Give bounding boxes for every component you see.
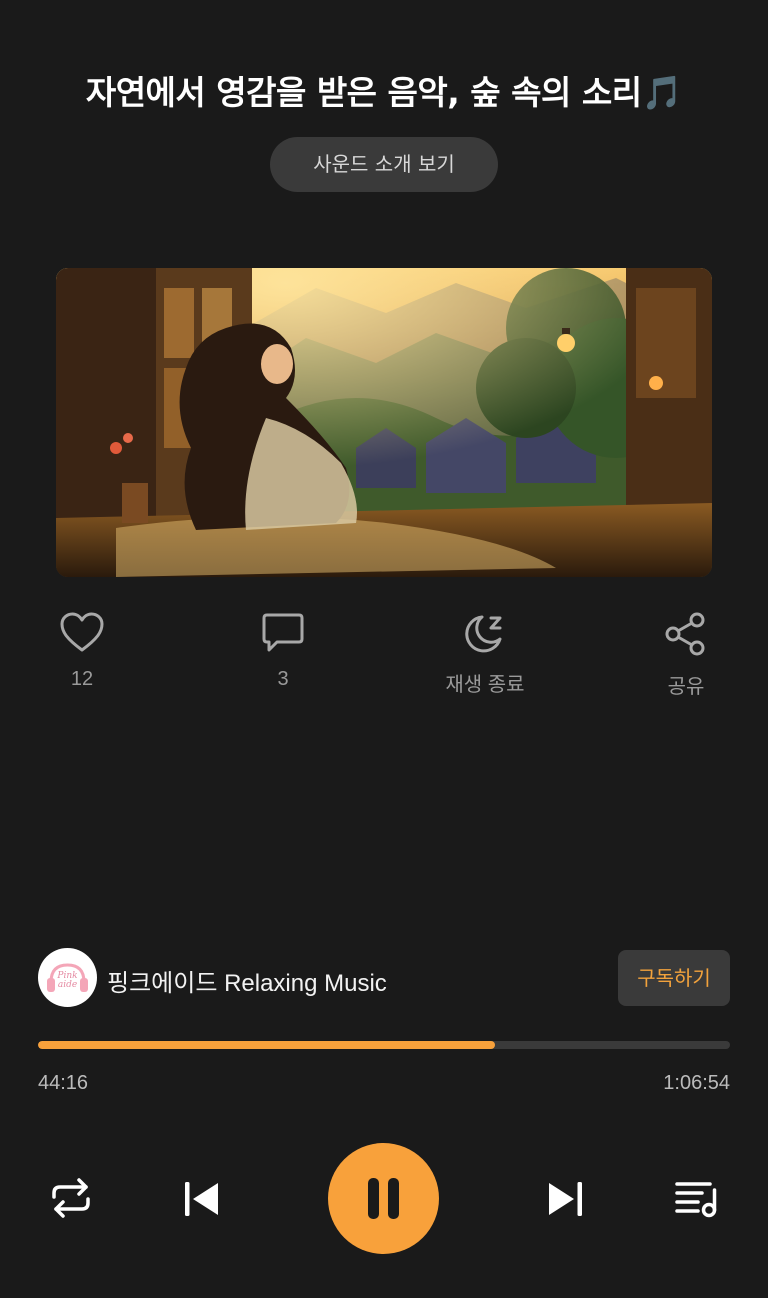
like-count: 12 <box>70 668 94 690</box>
album-artwork <box>56 268 712 577</box>
repeat-icon <box>52 1178 90 1218</box>
playlist-icon <box>675 1182 717 1218</box>
previous-button[interactable] <box>180 1178 222 1224</box>
channel-name[interactable]: 핑크에이드 Relaxing Music <box>107 963 387 998</box>
repeat-button[interactable] <box>48 1175 94 1225</box>
share-icon <box>665 612 705 656</box>
pause-icon <box>368 1178 399 1219</box>
share-label: 공유 <box>667 676 705 698</box>
progress-bar[interactable] <box>38 1041 730 1049</box>
channel-avatar[interactable]: Pink aide <box>38 948 97 1007</box>
sound-intro-button[interactable]: 사운드 소개 보기 <box>270 137 498 192</box>
skip-next-icon <box>549 1182 582 1216</box>
moon-icon <box>465 615 502 653</box>
total-time: 1:06:54 <box>663 1072 730 1094</box>
share-button[interactable]: 공유 <box>616 612 756 699</box>
comment-icon <box>262 613 304 652</box>
play-pause-button[interactable] <box>328 1143 439 1254</box>
skip-previous-icon <box>185 1182 218 1216</box>
like-button[interactable]: 12 <box>12 612 152 691</box>
sleep-timer-label: 재생 종료 <box>445 674 525 696</box>
action-row: 12 3 재생 종료 공유 <box>0 612 768 712</box>
playlist-button[interactable] <box>674 1178 720 1224</box>
page-title: 자연에서 영감을 받은 음악, 숲 속의 소리🎵 <box>0 66 768 114</box>
channel-logo-icon: Pink aide <box>38 948 97 1007</box>
current-time: 44:16 <box>38 1072 89 1094</box>
heart-icon <box>60 612 104 652</box>
progress-fill <box>38 1041 496 1049</box>
player-screen: 자연에서 영감을 받은 음악, 숲 속의 소리🎵 사운드 소개 보기 12 3 … <box>0 0 768 1298</box>
music-note-icon: 🎵 <box>641 73 683 112</box>
subscribe-button[interactable]: 구독하기 <box>618 950 730 1006</box>
svg-text:aide: aide <box>58 980 77 990</box>
sleep-timer-button[interactable]: 재생 종료 <box>415 612 555 697</box>
comment-button[interactable]: 3 <box>213 612 353 691</box>
next-button[interactable] <box>545 1178 587 1224</box>
channel-row: Pink aide 핑크에이드 Relaxing Music 구독하기 <box>38 948 730 1008</box>
title-text: 자연에서 영감을 받은 음악, 숲 속의 소리 <box>85 73 642 112</box>
comment-count: 3 <box>277 668 289 690</box>
